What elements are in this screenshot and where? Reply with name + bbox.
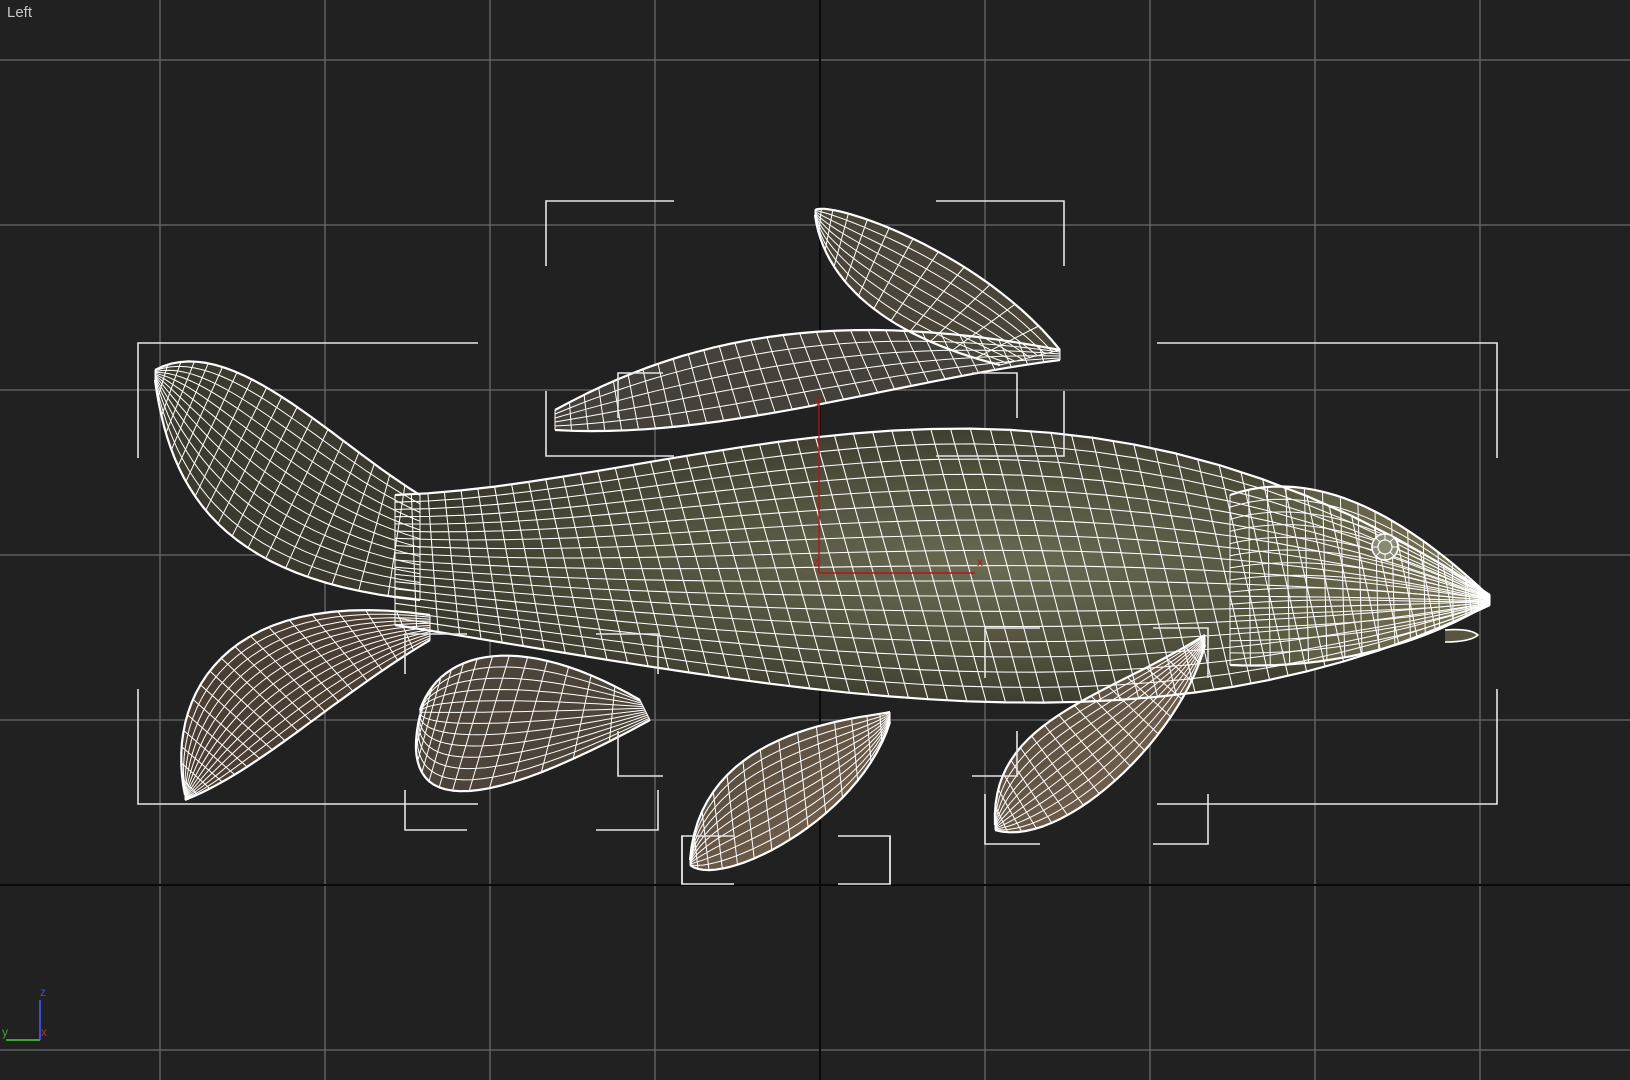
tripod-z-label: z [40, 985, 46, 999]
eye-wire [1371, 533, 1399, 561]
left-viewport[interactable]: x y z z y x Left [0, 0, 1630, 1080]
pivot-z-label: z [813, 555, 819, 569]
bracket-corner [1157, 342, 1498, 458]
bracket-corner [596, 790, 659, 831]
bracket-corner [404, 790, 467, 831]
bracket-corner [838, 836, 891, 885]
viewport-canvas[interactable]: x y z z y x [0, 0, 1630, 1080]
carp-mesh-surface [155, 208, 1490, 871]
anal-fin-surface [415, 655, 650, 792]
mouth-edge [1444, 628, 1479, 643]
bracket-corner [617, 731, 663, 777]
bracket-corner [1157, 689, 1498, 805]
tripod-x-label: x [41, 1025, 47, 1039]
pivot-y-label: y [815, 393, 821, 407]
pivot-x-label: x [977, 555, 983, 569]
mouth-wire [1444, 628, 1479, 643]
axis-tripod-icon: z y x [2, 985, 47, 1041]
bracket-corner [972, 372, 1018, 418]
tripod-y-label: y [2, 1025, 8, 1039]
bracket-corner [936, 200, 1065, 266]
bracket-corner [838, 835, 891, 884]
carp-mesh[interactable] [153, 207, 1491, 872]
viewport-label[interactable]: Left [7, 4, 32, 21]
bracket-corner [1153, 794, 1209, 845]
